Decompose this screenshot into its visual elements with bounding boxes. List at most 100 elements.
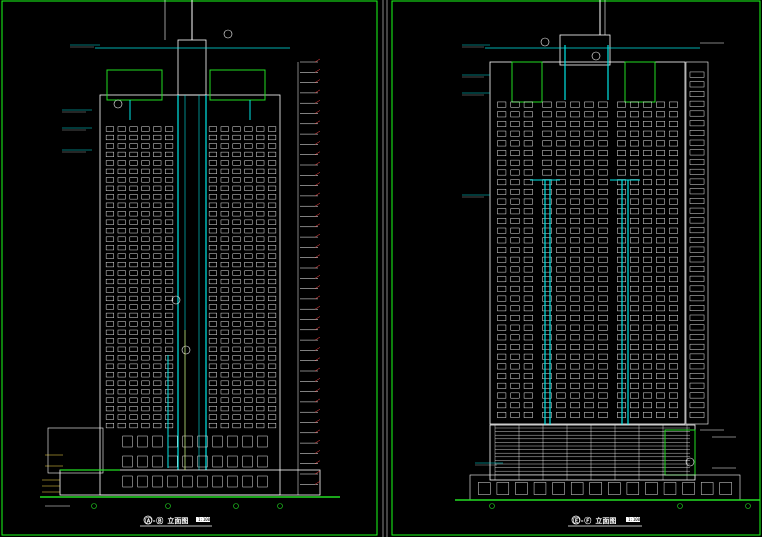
- callout-bubble-icon: [591, 51, 601, 61]
- window: [105, 312, 114, 318]
- window: [570, 315, 580, 321]
- window: [141, 143, 150, 149]
- callout-bubble-icon: [181, 345, 191, 355]
- window: [598, 412, 608, 418]
- window: [510, 159, 520, 166]
- window: [256, 253, 265, 259]
- window: [208, 211, 217, 217]
- window: [208, 304, 217, 310]
- window: [117, 346, 126, 352]
- window: [153, 185, 162, 191]
- window: [669, 208, 678, 215]
- window: [689, 71, 705, 78]
- window: [256, 219, 265, 225]
- window: [141, 160, 150, 166]
- window: [117, 338, 126, 344]
- window: [523, 285, 533, 292]
- window: [584, 256, 594, 263]
- window: [220, 287, 229, 293]
- window: [242, 475, 253, 488]
- window: [232, 329, 241, 335]
- window: [656, 101, 665, 108]
- window: [584, 315, 594, 321]
- level-marker: [314, 450, 321, 454]
- window: [643, 140, 652, 147]
- window: [268, 355, 277, 361]
- window: [497, 266, 507, 273]
- window: [232, 151, 241, 157]
- window: [152, 435, 163, 448]
- window: [510, 363, 520, 370]
- window: [153, 160, 162, 166]
- window: [656, 392, 665, 399]
- window: [689, 91, 705, 97]
- window: [643, 402, 652, 409]
- window: [137, 435, 148, 448]
- window: [129, 414, 138, 420]
- window: [129, 177, 138, 183]
- window: [256, 329, 265, 335]
- window: [598, 247, 608, 253]
- level-marker: [314, 161, 321, 166]
- window: [117, 372, 126, 378]
- window: [141, 194, 150, 200]
- window: [122, 455, 133, 468]
- window: [497, 247, 507, 253]
- window: [689, 120, 705, 127]
- window: [105, 253, 114, 259]
- window: [232, 287, 241, 293]
- window: [689, 110, 705, 117]
- window: [232, 245, 241, 251]
- window: [689, 266, 705, 272]
- window: [556, 159, 566, 166]
- window: [497, 334, 507, 341]
- level-marker: [314, 295, 321, 300]
- window: [584, 150, 594, 156]
- callout-bubble-icon: [113, 99, 123, 109]
- window: [669, 295, 678, 302]
- window: [523, 256, 533, 263]
- window: [129, 278, 138, 285]
- window: [256, 321, 265, 327]
- window: [689, 314, 705, 321]
- level-marker: [314, 89, 321, 94]
- window-grid: [478, 482, 732, 495]
- window: [165, 304, 174, 310]
- window: [268, 194, 277, 200]
- window: [584, 353, 594, 360]
- window: [656, 402, 665, 409]
- window: [589, 482, 602, 495]
- window: [663, 482, 677, 495]
- window: [244, 372, 253, 378]
- window: [117, 160, 126, 166]
- window: [556, 382, 566, 389]
- window: [523, 237, 533, 244]
- window: [570, 392, 580, 399]
- window: [220, 329, 229, 335]
- window: [510, 208, 520, 215]
- window: [533, 482, 547, 495]
- window: [165, 363, 174, 369]
- window: [244, 414, 253, 420]
- window: [141, 270, 150, 276]
- window: [129, 406, 138, 412]
- window: [220, 143, 229, 149]
- window: [220, 185, 229, 191]
- window: [510, 324, 520, 331]
- window: [542, 140, 552, 147]
- window: [643, 121, 652, 127]
- window: [129, 295, 138, 302]
- window: [232, 219, 241, 225]
- window: [244, 126, 253, 132]
- window: [165, 194, 174, 200]
- window: [268, 397, 277, 403]
- window: [656, 227, 665, 234]
- window: [584, 334, 594, 341]
- window: [105, 211, 114, 217]
- window: [268, 253, 277, 259]
- window: [643, 227, 652, 234]
- window: [129, 211, 138, 217]
- podium: [489, 424, 696, 481]
- window: [244, 380, 253, 386]
- window: [598, 353, 608, 360]
